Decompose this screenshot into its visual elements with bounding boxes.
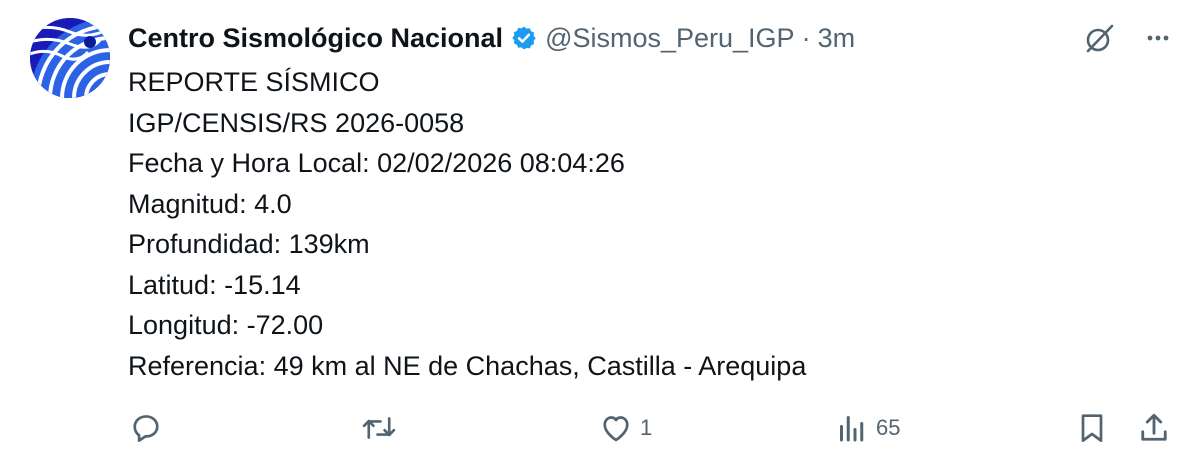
more-options-icon[interactable] (1140, 20, 1176, 56)
tweet-text: REPORTE SÍSMICO IGP/CENSIS/RS 2026-0058 … (128, 62, 1168, 386)
reply-button[interactable] (128, 408, 164, 448)
tweet-header: Centro Sismológico Nacional @Sismos_Peru… (128, 20, 855, 56)
bookmark-icon (1081, 414, 1103, 442)
views-button[interactable]: 65 (834, 408, 900, 448)
tweet-card[interactable]: Centro Sismológico Nacional @Sismos_Peru… (0, 0, 1200, 473)
header-separator: · (801, 22, 811, 53)
bookmark-button[interactable] (1074, 408, 1110, 448)
tweet-line: Magnitud: 4.0 (128, 188, 292, 219)
tweet-line: Longitud: -72.00 (128, 310, 324, 340)
tweet-line: Profundidad: 139km (128, 229, 370, 259)
verified-badge-icon[interactable] (511, 25, 537, 51)
reply-icon (133, 415, 159, 442)
avatar-logo-icon (30, 18, 110, 98)
repost-icon (362, 417, 396, 439)
like-count: 1 (640, 415, 653, 440)
author-display-name[interactable]: Centro Sismológico Nacional (128, 23, 503, 54)
tweet-line: Referencia: 49 km al NE de Chachas, Cast… (128, 350, 807, 381)
tweet-timestamp[interactable]: 3m (818, 23, 856, 54)
action-bar: 1 65 (128, 408, 1180, 448)
tweet-line: REPORTE SÍSMICO (128, 67, 380, 97)
tweet-line: IGP/CENSIS/RS 2026-0058 (128, 107, 465, 138)
top-right-controls (1082, 20, 1176, 56)
views-count: 65 (876, 415, 901, 440)
heart-icon (603, 416, 629, 442)
grok-icon[interactable] (1082, 20, 1118, 56)
like-button[interactable]: 1 (598, 408, 652, 448)
author-handle[interactable]: @Sismos_Peru_IGP (545, 23, 795, 54)
avatar[interactable] (30, 18, 110, 98)
share-icon (1141, 413, 1167, 441)
tweet-line: Latitud: -15.14 (128, 269, 301, 300)
analytics-icon (840, 416, 864, 442)
share-button[interactable] (1136, 408, 1172, 448)
tweet-line: Fecha y Hora Local: 02/02/2026 08:04:26 (128, 148, 625, 178)
repost-button[interactable] (360, 408, 398, 448)
